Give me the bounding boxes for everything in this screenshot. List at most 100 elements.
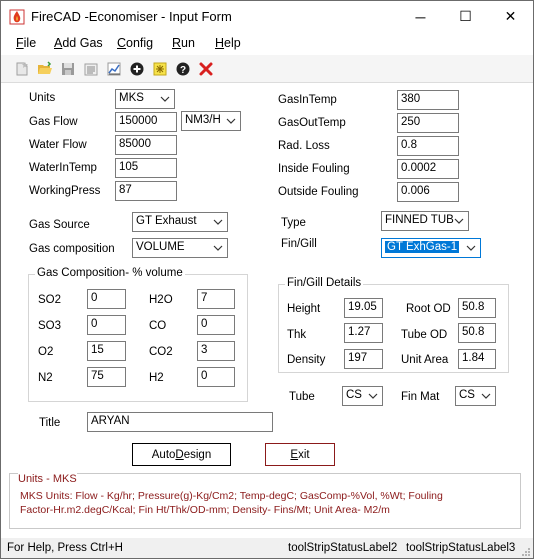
chevron-down-icon	[213, 219, 223, 225]
gas-source-label: Gas Source	[29, 219, 90, 231]
co2-label: CO2	[149, 346, 173, 358]
menu-add-gas[interactable]: Add Gas	[54, 36, 103, 50]
fin-thk-input[interactable]: 1.27	[344, 323, 383, 343]
minimize-icon: ─	[415, 8, 426, 25]
title-input[interactable]: ARYAN	[87, 412, 273, 432]
tube-label: Tube	[289, 391, 315, 403]
rad-loss-label: Rad. Loss	[278, 140, 330, 152]
svg-text:?: ?	[180, 65, 186, 76]
so2-label: SO2	[38, 294, 62, 306]
gas-source-select[interactable]: GT Exhaust	[132, 212, 228, 232]
fin-density-input[interactable]: 197	[344, 349, 383, 369]
co-input[interactable]: 0	[197, 315, 235, 335]
close-window-button[interactable]: ✕	[488, 1, 533, 32]
new-icon[interactable]	[13, 60, 31, 78]
open-icon[interactable]	[36, 60, 54, 78]
unit-area-input[interactable]: 1.84	[458, 349, 496, 369]
so2-input[interactable]: 0	[87, 289, 126, 309]
menu-bar: File Add Gas Config Run Help	[1, 32, 533, 54]
window-title: FireCAD -Economiser - Input Form	[31, 9, 232, 24]
units-info-title: Units - MKS	[18, 473, 77, 485]
menu-file[interactable]: File	[16, 36, 36, 50]
fin-density-label: Density	[287, 354, 326, 366]
working-press-input[interactable]: 87	[115, 181, 177, 201]
fin-height-input[interactable]: 19.05	[344, 298, 383, 318]
inside-fouling-input[interactable]: 0.0002	[397, 159, 459, 179]
app-flame-icon	[9, 9, 25, 25]
co2-input[interactable]: 3	[197, 341, 235, 361]
title-label: Title	[39, 417, 61, 429]
title-bar[interactable]: FireCAD -Economiser - Input Form ─ ☐ ✕	[1, 1, 533, 32]
working-press-label: WorkingPress	[29, 185, 101, 197]
design-icon[interactable]	[151, 60, 169, 78]
delete-icon[interactable]	[197, 60, 215, 78]
h2o-label: H2O	[149, 294, 173, 306]
chevron-down-icon	[160, 96, 170, 102]
co-label: CO	[149, 320, 167, 332]
rad-loss-input[interactable]: 0.8	[397, 136, 459, 156]
water-in-temp-input[interactable]: 105	[115, 158, 177, 178]
gas-in-temp-input[interactable]: 380	[397, 90, 459, 110]
add-icon[interactable]	[128, 60, 146, 78]
fin-height-label: Height	[287, 303, 321, 315]
status-help-text: For Help, Press Ctrl+H	[7, 542, 123, 554]
gas-in-temp-label: GasInTemp	[278, 94, 337, 106]
report-icon[interactable]	[82, 60, 100, 78]
h2-input[interactable]: 0	[197, 367, 235, 387]
gas-flow-unit-select[interactable]: NM3/H	[181, 111, 241, 131]
resize-grip-icon[interactable]	[521, 547, 531, 557]
h2o-input[interactable]: 7	[197, 289, 235, 309]
menu-help[interactable]: Help	[215, 36, 241, 50]
chevron-down-icon	[226, 118, 236, 124]
fin-gill-label: Fin/Gill	[281, 238, 317, 250]
water-flow-input[interactable]: 85000	[115, 135, 177, 155]
outside-fouling-label: Outside Fouling	[278, 186, 359, 198]
fin-mat-label: Fin Mat	[401, 391, 440, 403]
gas-out-temp-input[interactable]: 250	[397, 113, 459, 133]
tube-material-select[interactable]: CS	[342, 386, 383, 406]
n2-label: N2	[38, 372, 53, 384]
chevron-down-icon	[466, 245, 476, 251]
o2-label: O2	[38, 346, 54, 358]
outside-fouling-input[interactable]: 0.006	[397, 182, 459, 202]
o2-input[interactable]: 15	[87, 341, 126, 361]
type-label: Type	[281, 217, 306, 229]
fin-thk-label: Thk	[287, 329, 307, 341]
maximize-button[interactable]: ☐	[443, 1, 488, 32]
autodesign-button[interactable]: Auto Design	[132, 443, 231, 466]
menu-config[interactable]: Config	[117, 36, 153, 50]
root-od-label: Root OD	[406, 303, 451, 315]
units-info-box: Units - MKS MKS Units: Flow - Kg/hr; Pre…	[9, 473, 521, 529]
app-window: FireCAD -Economiser - Input Form ─ ☐ ✕ F…	[0, 0, 534, 559]
gas-flow-label: Gas Flow	[29, 116, 78, 128]
close-icon: ✕	[504, 8, 517, 24]
fin-material-select[interactable]: CS	[455, 386, 496, 406]
save-icon[interactable]	[59, 60, 77, 78]
fin-gill-select[interactable]: GT ExhGas-1	[381, 238, 481, 258]
n2-input[interactable]: 75	[87, 367, 126, 387]
chevron-down-icon	[368, 393, 378, 399]
type-select[interactable]: FINNED TUB	[381, 211, 469, 231]
unit-area-label: Unit Area	[401, 354, 449, 366]
help-icon[interactable]: ?	[174, 60, 192, 78]
units-label: Units	[29, 92, 56, 104]
chart-icon[interactable]	[105, 60, 123, 78]
inside-fouling-label: Inside Fouling	[278, 163, 350, 175]
status-bar: For Help, Press Ctrl+H toolStripStatusLa…	[1, 538, 533, 558]
chevron-down-icon	[481, 393, 491, 399]
gas-flow-input[interactable]: 150000	[115, 112, 177, 132]
minimize-button[interactable]: ─	[398, 1, 443, 32]
so3-label: SO3	[38, 320, 62, 332]
exit-button[interactable]: Exit	[265, 443, 335, 466]
water-in-temp-label: WaterInTemp	[29, 162, 97, 174]
units-info-line1: MKS Units: Flow - Kg/hr; Pressure(g)-Kg/…	[20, 490, 443, 502]
menu-run[interactable]: Run	[172, 36, 195, 50]
gas-composition-select[interactable]: VOLUME	[132, 238, 228, 258]
root-od-input[interactable]: 50.8	[458, 298, 496, 318]
gas-composition-label: Gas composition	[29, 243, 115, 255]
units-select[interactable]: MKS	[115, 89, 175, 109]
so3-input[interactable]: 0	[87, 315, 126, 335]
maximize-icon: ☐	[459, 8, 472, 24]
tube-od-input[interactable]: 50.8	[458, 323, 496, 343]
gas-composition-group-title: Gas Composition- % volume	[35, 267, 185, 279]
